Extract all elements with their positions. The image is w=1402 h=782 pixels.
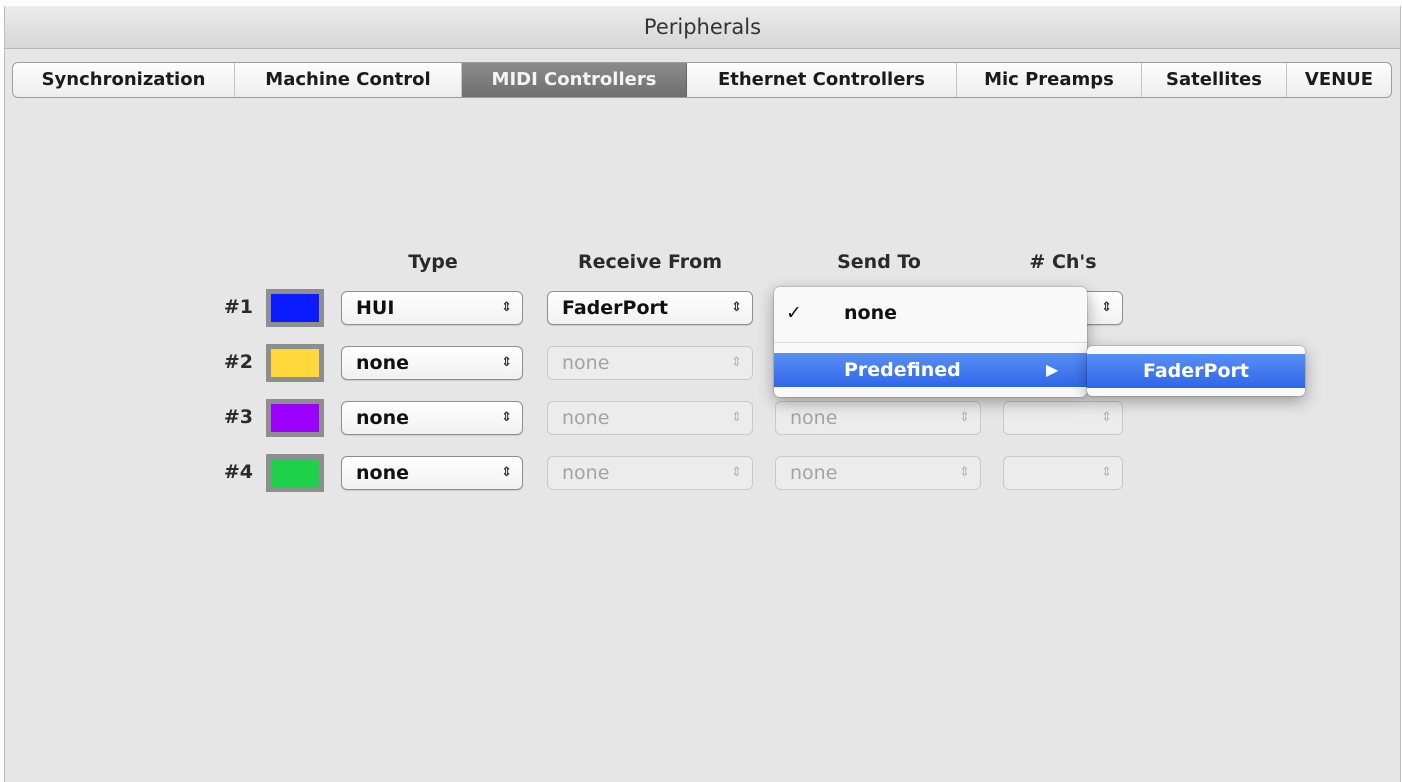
updown-arrows-icon: ⇕ [731,300,742,315]
checkmark-icon: ✓ [786,302,802,324]
receive-from-popup-4: none ⇕ [547,456,753,490]
menu-item-none[interactable]: ✓ none [774,295,1087,331]
submenu-arrow-icon: ▶ [1046,360,1059,379]
menu-item-predefined[interactable]: Predefined ▶ [774,353,1087,387]
window-title: Peripherals [5,6,1400,49]
updown-arrows-icon: ⇕ [731,410,742,425]
tab-bar: Synchronization Machine Control MIDI Con… [12,62,1392,98]
tab-venue[interactable]: VENUE [1287,63,1391,97]
receive-from-popup-2-value: none [562,352,610,374]
controller-color-swatch-2[interactable] [266,344,324,382]
column-header-channels: # Ch's [1029,251,1097,273]
row-label-1: #1 [223,296,253,318]
updown-arrows-icon: ⇕ [959,465,970,480]
updown-arrows-icon: ⇕ [731,355,742,370]
updown-arrows-icon: ⇕ [1101,465,1112,480]
controller-color-swatch-4[interactable] [266,454,324,492]
type-popup-2-value: none [356,352,409,374]
receive-from-popup-3-value: none [562,407,610,429]
tab-ethernet-controllers[interactable]: Ethernet Controllers [687,63,957,97]
send-to-popup-3: none ⇕ [775,401,981,435]
updown-arrows-icon: ⇕ [501,410,512,425]
updown-arrows-icon: ⇕ [959,410,970,425]
receive-from-popup-4-value: none [562,462,610,484]
channels-popup-4: ⇕ [1003,456,1123,490]
type-popup-4[interactable]: none ⇕ [341,456,523,490]
tab-machine-control[interactable]: Machine Control [235,63,462,97]
tab-midi-controllers[interactable]: MIDI Controllers [462,63,687,97]
updown-arrows-icon: ⇕ [501,465,512,480]
menu-separator [774,342,1087,343]
type-popup-3[interactable]: none ⇕ [341,401,523,435]
peripherals-window: Peripherals Synchronization Machine Cont… [4,6,1401,782]
row-label-2: #2 [223,351,253,373]
updown-arrows-icon: ⇕ [501,355,512,370]
send-to-popup-3-value: none [790,407,838,429]
type-popup-1-value: HUI [356,297,395,319]
swatch-fill-2 [271,349,319,377]
type-popup-2[interactable]: none ⇕ [341,346,523,380]
row-label-3: #3 [223,406,253,428]
type-popup-1[interactable]: HUI ⇕ [341,291,523,325]
receive-from-popup-1-value: FaderPort [562,297,668,319]
swatch-fill-3 [271,404,319,432]
controller-color-swatch-1[interactable] [266,289,324,327]
send-to-menu: ✓ none Predefined ▶ [774,287,1087,397]
tab-mic-preamps[interactable]: Mic Preamps [957,63,1142,97]
channels-popup-3: ⇕ [1003,401,1123,435]
updown-arrows-icon: ⇕ [1101,300,1112,315]
menu-item-predefined-label: Predefined [844,359,961,381]
column-header-receive-from: Receive From [577,251,723,273]
swatch-fill-4 [271,459,319,487]
tab-synchronization[interactable]: Synchronization [13,63,235,97]
receive-from-popup-2: none ⇕ [547,346,753,380]
predefined-submenu: FaderPort [1087,346,1305,396]
receive-from-popup-1[interactable]: FaderPort ⇕ [547,291,753,325]
tab-satellites[interactable]: Satellites [1142,63,1287,97]
type-popup-4-value: none [356,462,409,484]
row-label-4: #4 [223,461,253,483]
updown-arrows-icon: ⇕ [1101,410,1112,425]
column-header-type: Type [408,251,458,273]
swatch-fill-1 [271,294,319,322]
menu-item-none-label: none [844,302,897,324]
send-to-popup-4: none ⇕ [775,456,981,490]
controller-color-swatch-3[interactable] [266,399,324,437]
updown-arrows-icon: ⇕ [501,300,512,315]
submenu-item-faderport[interactable]: FaderPort [1087,354,1305,388]
send-to-popup-4-value: none [790,462,838,484]
updown-arrows-icon: ⇕ [731,465,742,480]
receive-from-popup-3: none ⇕ [547,401,753,435]
column-header-send-to: Send To [837,251,921,273]
type-popup-3-value: none [356,407,409,429]
